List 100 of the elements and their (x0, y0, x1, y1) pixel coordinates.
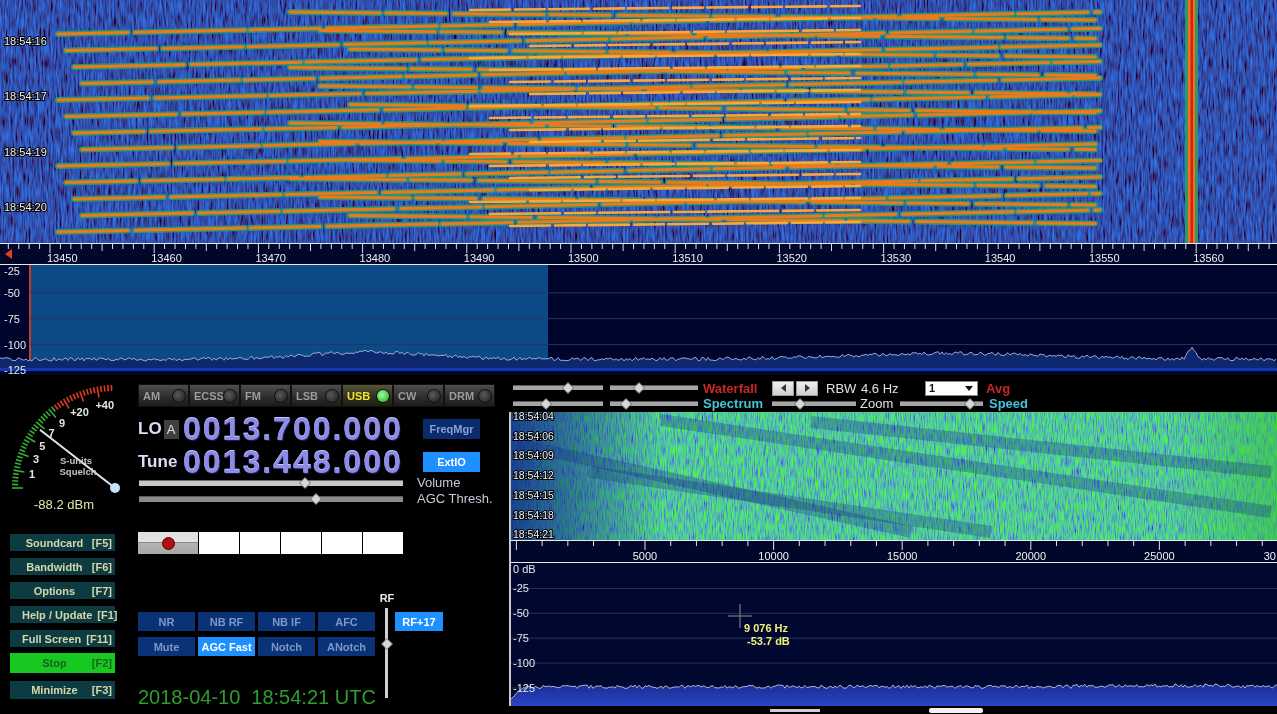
frequency-label: 13480 (359, 252, 391, 264)
db-label: -125 (513, 682, 536, 694)
frequency-label: 13550 (1089, 252, 1120, 264)
dsp-button[interactable]: Mute (138, 637, 195, 656)
db-label: -125 (4, 364, 27, 375)
blank-field (281, 532, 321, 554)
mode-button[interactable]: DRM (444, 384, 495, 407)
led-icon (326, 389, 338, 402)
average-label: Avg (986, 380, 1011, 396)
mode-button[interactable]: LSB (291, 384, 342, 407)
blank-field (322, 532, 362, 554)
dsp-button[interactable]: AGC Fast (198, 637, 255, 656)
led-icon (428, 389, 440, 402)
mode-button[interactable]: CW (393, 384, 444, 407)
time-label: 18:54:12 (513, 469, 554, 482)
mode-button[interactable]: USB (342, 384, 393, 407)
dsp-button[interactable]: Notch (258, 637, 315, 656)
db-label: -50 (513, 607, 529, 620)
spectrum-label: Spectrum (703, 396, 763, 411)
rf-gain-button[interactable]: RF+17 (395, 612, 443, 631)
previous-button[interactable] (772, 380, 794, 396)
slider-track[interactable] (139, 477, 403, 489)
tune-frequency[interactable]: 0013.448.000 (183, 449, 403, 475)
slider-thumb[interactable] (793, 397, 806, 410)
slider-thumb[interactable] (309, 493, 322, 505)
slider-thumb[interactable] (619, 397, 632, 410)
signal-reading: -88.2 dBm (34, 498, 94, 512)
slider-thumb[interactable] (381, 638, 393, 650)
rf-label: RF (379, 592, 395, 604)
blank-field (199, 532, 239, 554)
scale-label: 9 (59, 416, 66, 429)
frequency-label: 13560 (1193, 252, 1224, 264)
db-label: -100 (513, 657, 536, 670)
extio-button[interactable]: ExtIO (423, 452, 480, 472)
slider-thumb[interactable] (540, 397, 553, 410)
function-button[interactable]: Help / Update [F1] (10, 606, 115, 623)
scrollbar-thumb[interactable] (929, 707, 983, 713)
function-button[interactable]: Bandwidth [F6] (10, 558, 115, 575)
slider-thumb[interactable] (561, 382, 574, 394)
tune-label: Tune (138, 452, 178, 472)
db-label: -50 (4, 287, 20, 299)
scale-label: 3 (33, 453, 40, 466)
lo-frequency[interactable]: 0013.700.000 (183, 416, 403, 442)
frequency-label: 5000 (632, 550, 658, 562)
dsp-button[interactable]: NR (138, 612, 195, 631)
mode-button[interactable]: ECSS (189, 384, 240, 407)
time-label: 18:54:15 (513, 488, 554, 501)
frequency-label: 13510 (672, 252, 703, 264)
rbw-label: RBW (826, 380, 857, 396)
dsp-button[interactable]: NB RF (198, 612, 255, 631)
frequency-label: 20000 (1015, 550, 1047, 562)
time-label: 18:54:21 (513, 528, 554, 540)
time-label: 18:54:06 (513, 429, 554, 442)
function-button[interactable]: Options [F7] (10, 582, 115, 599)
rbw-value: 4.6 Hz (861, 380, 899, 396)
function-button[interactable]: Stop [F2] (10, 653, 115, 673)
dsp-button[interactable]: NB IF (258, 612, 315, 631)
speed-label: Speed (989, 396, 1028, 411)
cursor-frequency: 9 076 Hz (744, 622, 789, 634)
frequency-label: 25000 (1144, 550, 1175, 562)
led-icon (377, 389, 389, 402)
db-label: -25 (513, 582, 529, 595)
scrollbar-thumb[interactable] (770, 708, 820, 712)
db-label: 0 dB (513, 563, 536, 575)
right-triangle-icon (804, 384, 810, 392)
slider-thumb[interactable] (299, 477, 312, 489)
record-button[interactable] (138, 532, 198, 554)
function-button[interactable]: Full Screen [F11] (10, 630, 115, 647)
freq-manager-button[interactable]: FreqMgr (423, 419, 480, 439)
function-button[interactable]: Soundcard [F5] (10, 534, 115, 551)
lo-label: LO (138, 419, 162, 439)
average-dropdown[interactable]: 1 (925, 380, 978, 396)
mode-button[interactable]: AM (138, 384, 189, 407)
time-label: 18:54:16 (4, 35, 47, 47)
zoom-label: Zoom (860, 396, 894, 411)
slider-track[interactable] (139, 493, 403, 505)
frequency-label: 13520 (776, 252, 807, 264)
frequency-label: 13450 (47, 252, 78, 264)
mode-button[interactable]: FM (240, 384, 291, 407)
time-display: 18:54:21 UTC (251, 685, 376, 709)
cursor-level: -53.7 dB (747, 635, 790, 647)
dsp-button[interactable]: ANotch (318, 637, 375, 656)
time-label: 18:54:09 (513, 449, 554, 462)
vfo-indicator[interactable]: A (163, 419, 179, 439)
blank-field (240, 532, 280, 554)
scale-label: +20 (70, 405, 89, 418)
function-button[interactable]: Minimize [F3] (10, 681, 115, 699)
slider-thumb[interactable] (633, 382, 646, 394)
meter-caption: Squelch (59, 466, 97, 477)
led-icon (224, 389, 236, 402)
frequency-label: 13500 (568, 252, 599, 264)
db-label: -75 (513, 632, 529, 645)
date-display: 2018-04-10 (138, 685, 241, 709)
scale-label: 1 (29, 468, 36, 481)
dsp-button[interactable]: AFC (318, 612, 375, 631)
time-label: 18:54:19 (4, 145, 47, 158)
left-triangle-icon[interactable] (5, 249, 12, 259)
frequency-label: 13470 (255, 252, 286, 264)
next-button[interactable] (796, 380, 818, 396)
slider-label: AGC Thresh. (417, 492, 493, 506)
